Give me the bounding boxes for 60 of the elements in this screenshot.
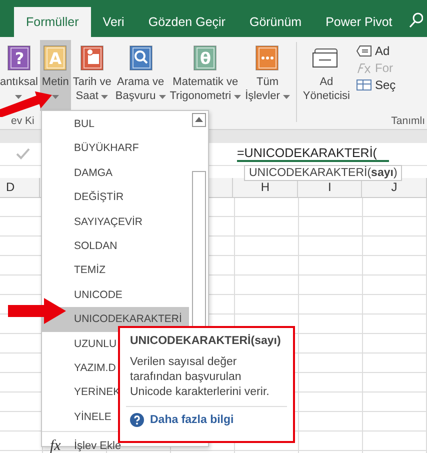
book-icon	[254, 45, 280, 71]
menu-item[interactable]: SAYIYAÇEVİR	[42, 210, 189, 234]
button-label: Metin	[42, 75, 69, 90]
ribbon-tab[interactable]: Gözden Geçir	[136, 7, 238, 37]
menu-item[interactable]: BUL	[42, 112, 189, 136]
group-label: Tanımlı	[391, 115, 425, 127]
scroll-up-icon[interactable]	[192, 113, 206, 127]
ribbon-tab[interactable]: Formüller	[14, 7, 91, 37]
column-header[interactable]: I	[298, 178, 362, 197]
menu-item[interactable]: DEĞİŞTİR	[42, 185, 189, 210]
button-label: Saat	[76, 89, 98, 104]
menu-item[interactable]: İşlev Ekle	[74, 440, 122, 452]
tooltip-title: UNICODEKARAKTERİ(sayı)	[130, 335, 282, 347]
menu-item[interactable]: SOLDAN	[42, 234, 189, 258]
book-icon: A	[42, 45, 68, 71]
ribbon-tab[interactable]: Görünüm	[237, 7, 314, 37]
fx-glyph: fx	[50, 438, 62, 453]
menu-item[interactable]: TEMİZ	[42, 258, 189, 283]
ribbon-item[interactable]: Seç	[356, 78, 396, 92]
button-label: Trigonometri	[170, 89, 232, 104]
help-link[interactable]: Daha fazla bilgi	[150, 414, 234, 426]
annotation-arrow	[8, 298, 66, 324]
button-label: Yöneticisi	[302, 89, 350, 104]
ribbon-button[interactable]: θ Matematik ve Trigonometri	[168, 40, 244, 103]
ribbon-button[interactable]: Tarih ve Saat	[70, 40, 114, 103]
search-icon[interactable]	[409, 12, 423, 28]
column-header[interactable]: H	[233, 178, 298, 197]
ribbon-tab[interactable]: Power Pivot	[314, 7, 404, 37]
ribbon-item[interactable]: Ad	[356, 44, 396, 58]
button-label: Arama ve	[117, 75, 164, 90]
book-icon	[128, 45, 154, 71]
book-icon: ?	[6, 45, 32, 71]
tooltip-description: Verilen sayısal değer tarafından başvurulan Unicode karakterlerini verir.	[130, 355, 270, 400]
menu-item[interactable]: BÜYÜKHARF	[42, 136, 189, 161]
book-icon: θ	[192, 45, 218, 71]
menu-item[interactable]: DAMGA	[42, 160, 189, 186]
ribbon-button[interactable]: ? antıksal	[0, 40, 40, 103]
button-label: Tüm	[256, 75, 278, 90]
button-label: Matematik ve	[172, 75, 238, 90]
button-label: Ad	[320, 75, 334, 90]
menu-item[interactable]: UNICODE	[42, 282, 189, 308]
formula-field[interactable]: =UNICODEKARAKTERİ(	[237, 146, 389, 162]
column-header[interactable]: D	[0, 178, 40, 197]
function-hint: UNICODEKARAKTERİ(sayı)	[244, 165, 402, 181]
check-icon[interactable]	[16, 148, 30, 160]
button-label: İşlevler	[245, 89, 280, 104]
group-label: ev Ki	[11, 115, 34, 127]
table-icon	[356, 79, 372, 91]
button-label: Başvuru	[115, 89, 156, 104]
formula-icon	[356, 62, 372, 74]
column-header[interactable]: J	[362, 178, 427, 197]
button-label: antıksal	[0, 75, 38, 90]
ribbon-button[interactable]: Arama ve Başvuru	[113, 40, 168, 103]
button-label: Tarih ve	[72, 75, 112, 90]
tag-icon	[356, 45, 372, 57]
ribbon-button[interactable]: Tüm İşlevler	[243, 40, 292, 103]
book-icon	[79, 45, 106, 71]
ribbon-button[interactable]: Ad Yöneticisi	[300, 40, 352, 103]
help-icon	[130, 413, 144, 427]
ribbon-tab[interactable]: Veri	[90, 7, 136, 37]
